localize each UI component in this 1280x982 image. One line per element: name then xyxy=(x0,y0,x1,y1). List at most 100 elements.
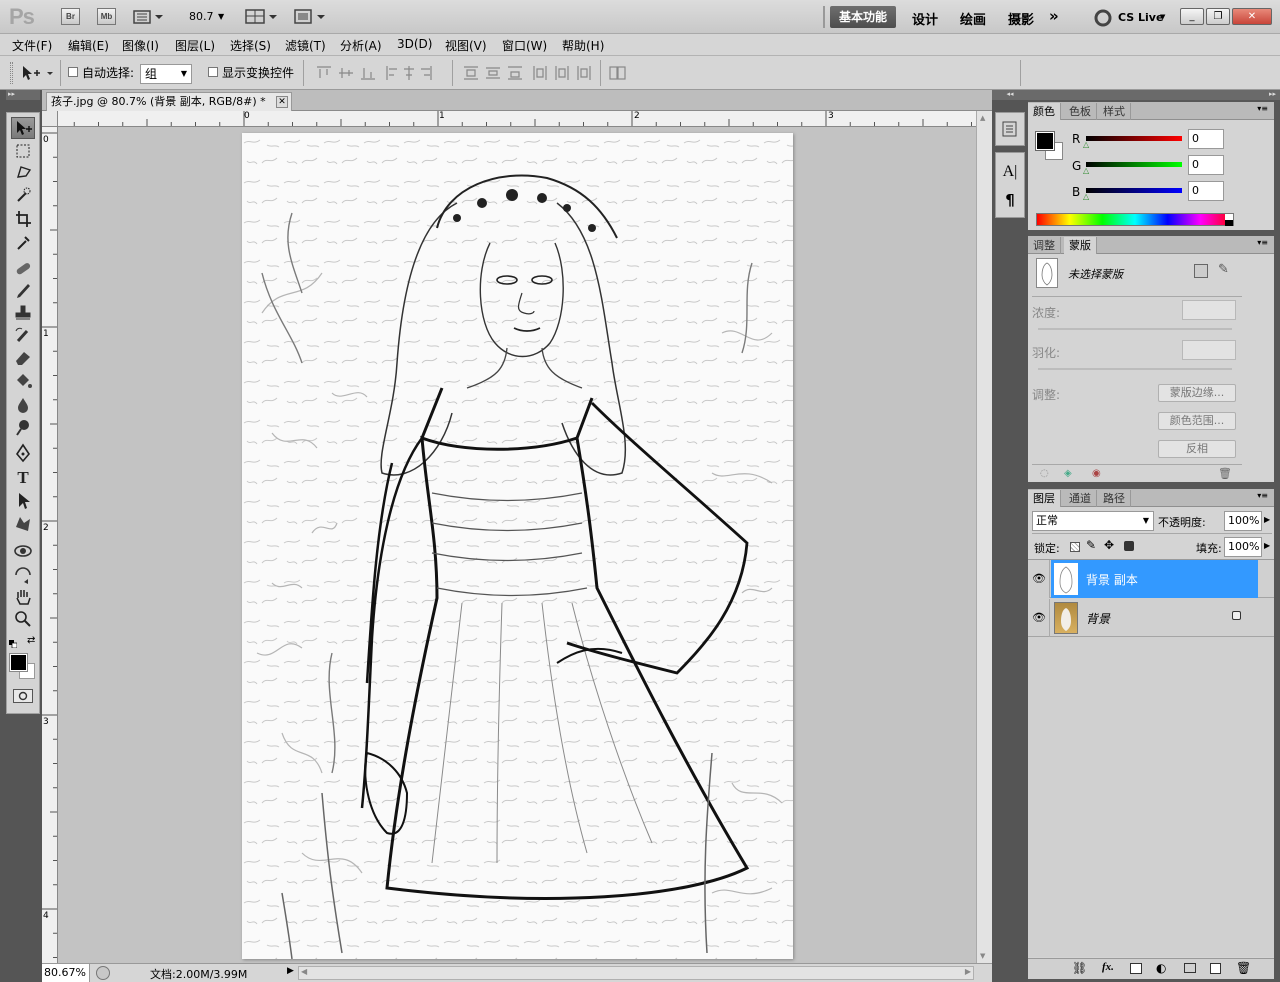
restore-button[interactable]: ❐ xyxy=(1206,8,1230,25)
menu-edit[interactable]: 编辑(E) xyxy=(68,37,109,54)
screen-mode-button[interactable] xyxy=(293,8,327,26)
3d-orbit-tool-icon[interactable] xyxy=(11,565,35,587)
layer-row-background-copy[interactable]: 👁 背景 副本 xyxy=(1028,560,1274,598)
history-brush-tool-icon[interactable] xyxy=(11,325,35,347)
tab-channels[interactable]: 通道 xyxy=(1064,490,1097,507)
eye-icon[interactable]: 👁 xyxy=(1032,572,1046,585)
view-extras-button[interactable] xyxy=(133,9,163,25)
canvas-area[interactable] xyxy=(58,127,976,963)
channel-r-value[interactable]: 0 xyxy=(1188,129,1224,149)
menu-view[interactable]: 视图(V) xyxy=(445,37,487,54)
tab-masks[interactable]: 蒙版 xyxy=(1064,237,1097,254)
lock-position-icon[interactable]: ✥ xyxy=(1104,538,1114,552)
opacity-arrow-icon[interactable]: ▶ xyxy=(1264,515,1270,524)
zoom-level[interactable]: 80.7 xyxy=(189,10,214,23)
quick-mask-icon[interactable] xyxy=(13,689,33,703)
document-tab[interactable]: 孩子.jpg @ 80.7% (背景 副本, RGB/8#) * ✕ xyxy=(46,92,292,111)
density-field[interactable] xyxy=(1182,300,1236,320)
menu-image[interactable]: 图像(I) xyxy=(122,37,159,54)
channel-b-value[interactable]: 0 xyxy=(1188,181,1224,201)
feather-field[interactable] xyxy=(1182,340,1236,360)
layer-name[interactable]: 背景 xyxy=(1086,610,1110,627)
quick-selection-tool-icon[interactable] xyxy=(11,185,35,207)
channel-g-value[interactable]: 0 xyxy=(1188,155,1224,175)
paint-bucket-tool-icon[interactable] xyxy=(11,371,35,393)
disable-mask-icon[interactable]: ◉ xyxy=(1092,468,1101,479)
color-ramp[interactable] xyxy=(1036,213,1234,226)
lock-transparent-icon[interactable] xyxy=(1070,542,1080,552)
status-info-icon[interactable] xyxy=(96,966,110,980)
layer-style-fx-icon[interactable]: fx. xyxy=(1102,961,1114,973)
cs-live-label[interactable]: CS Live xyxy=(1118,11,1163,24)
toolbox-collapse-icon[interactable]: ▸▸ xyxy=(6,90,40,100)
default-colors-icon[interactable] xyxy=(9,637,18,649)
paragraph-panel-icon[interactable]: ¶ xyxy=(998,189,1022,211)
bridge-button[interactable]: Br xyxy=(61,8,80,25)
panel-menu-icon[interactable]: ▾≡ xyxy=(1257,491,1268,500)
character-panel-icon[interactable]: A| xyxy=(998,161,1022,183)
menu-3d[interactable]: 3D(D) xyxy=(397,37,432,51)
status-menu-arrow-icon[interactable]: ▶ xyxy=(287,966,294,976)
panel-menu-icon[interactable]: ▾≡ xyxy=(1257,104,1268,113)
swap-colors-icon[interactable]: ⇄ xyxy=(27,635,35,646)
zoom-tool-icon[interactable] xyxy=(11,609,35,631)
arrange-documents-button[interactable] xyxy=(245,8,279,26)
menu-help[interactable]: 帮助(H) xyxy=(562,37,604,54)
vertical-ruler[interactable]: 0 1 2 3 4 xyxy=(42,127,58,963)
sketch-image[interactable] xyxy=(242,133,793,959)
3d-rotate-tool-icon[interactable] xyxy=(11,541,35,563)
foreground-color-swatch[interactable] xyxy=(9,653,28,672)
slider-thumb-icon[interactable]: △ xyxy=(1083,166,1089,175)
new-group-icon[interactable] xyxy=(1184,963,1196,973)
marquee-tool-icon[interactable] xyxy=(11,141,35,163)
brush-tool-icon[interactable] xyxy=(11,281,35,303)
blur-tool-icon[interactable] xyxy=(11,395,35,417)
black-swatch[interactable] xyxy=(1225,220,1233,226)
foreground-color-swatch[interactable] xyxy=(1035,131,1055,151)
adjustment-layer-icon[interactable]: ◐ xyxy=(1156,961,1166,975)
delete-layer-icon[interactable]: 🗑 xyxy=(1236,961,1251,975)
fill-field[interactable]: 100% xyxy=(1224,537,1262,557)
eyedropper-tool-icon[interactable] xyxy=(11,233,35,255)
close-button[interactable]: ✕ xyxy=(1232,8,1272,25)
scroll-up-icon[interactable]: ▲ xyxy=(980,114,985,122)
lasso-tool-icon[interactable] xyxy=(11,163,35,185)
tab-swatches[interactable]: 色板 xyxy=(1064,103,1097,120)
eraser-tool-icon[interactable] xyxy=(11,347,35,369)
horizontal-ruler[interactable]: 0 1 2 3 xyxy=(58,111,976,127)
dodge-tool-icon[interactable] xyxy=(11,417,35,439)
eye-icon[interactable]: 👁 xyxy=(1032,611,1046,624)
dock-collapse-icon[interactable]: ▸▸ xyxy=(1028,90,1280,100)
channel-r-slider[interactable] xyxy=(1086,136,1182,141)
horizontal-scrollbar[interactable]: ◀ ▶ xyxy=(298,966,974,980)
workspace-painting[interactable]: 绘画 xyxy=(960,9,986,28)
new-layer-icon[interactable] xyxy=(1210,963,1221,974)
cs-live-icon[interactable] xyxy=(1094,9,1112,27)
tab-adjustments[interactable]: 调整 xyxy=(1028,237,1061,254)
move-tool-preset[interactable] xyxy=(20,64,56,82)
tab-layers[interactable]: 图层 xyxy=(1028,490,1061,507)
auto-align-button[interactable] xyxy=(608,64,628,82)
workspace-essentials[interactable]: 基本功能 xyxy=(830,6,896,28)
layer-row-background[interactable]: 👁 背景 xyxy=(1028,599,1274,637)
load-selection-icon[interactable]: ◌ xyxy=(1040,468,1049,479)
move-tool-icon[interactable] xyxy=(11,117,35,139)
color-range-button[interactable]: 颜色范围... xyxy=(1158,412,1236,430)
mask-edge-button[interactable]: 蒙版边缘... xyxy=(1158,384,1236,402)
minimize-button[interactable]: _ xyxy=(1180,8,1204,25)
panel-menu-icon[interactable]: ▾≡ xyxy=(1257,238,1268,247)
lock-all-icon[interactable] xyxy=(1124,541,1134,551)
menu-analysis[interactable]: 分析(A) xyxy=(340,37,382,54)
zoom-status-field[interactable]: 80.67% xyxy=(42,964,90,982)
path-selection-tool-icon[interactable] xyxy=(11,491,35,513)
density-slider[interactable] xyxy=(1038,328,1232,330)
vertical-scrollbar[interactable]: ▲ ▼ xyxy=(976,111,992,963)
channel-b-slider[interactable] xyxy=(1086,188,1182,193)
layer-name[interactable]: 背景 副本 xyxy=(1086,571,1138,588)
menu-file[interactable]: 文件(F) xyxy=(12,37,52,54)
dock-expand-icon[interactable]: ◂◂ xyxy=(992,90,1028,100)
align-buttons[interactable] xyxy=(315,64,445,82)
menu-window[interactable]: 窗口(W) xyxy=(502,37,547,54)
delete-mask-icon[interactable]: 🗑 xyxy=(1218,467,1232,480)
invert-button[interactable]: 反相 xyxy=(1158,440,1236,458)
